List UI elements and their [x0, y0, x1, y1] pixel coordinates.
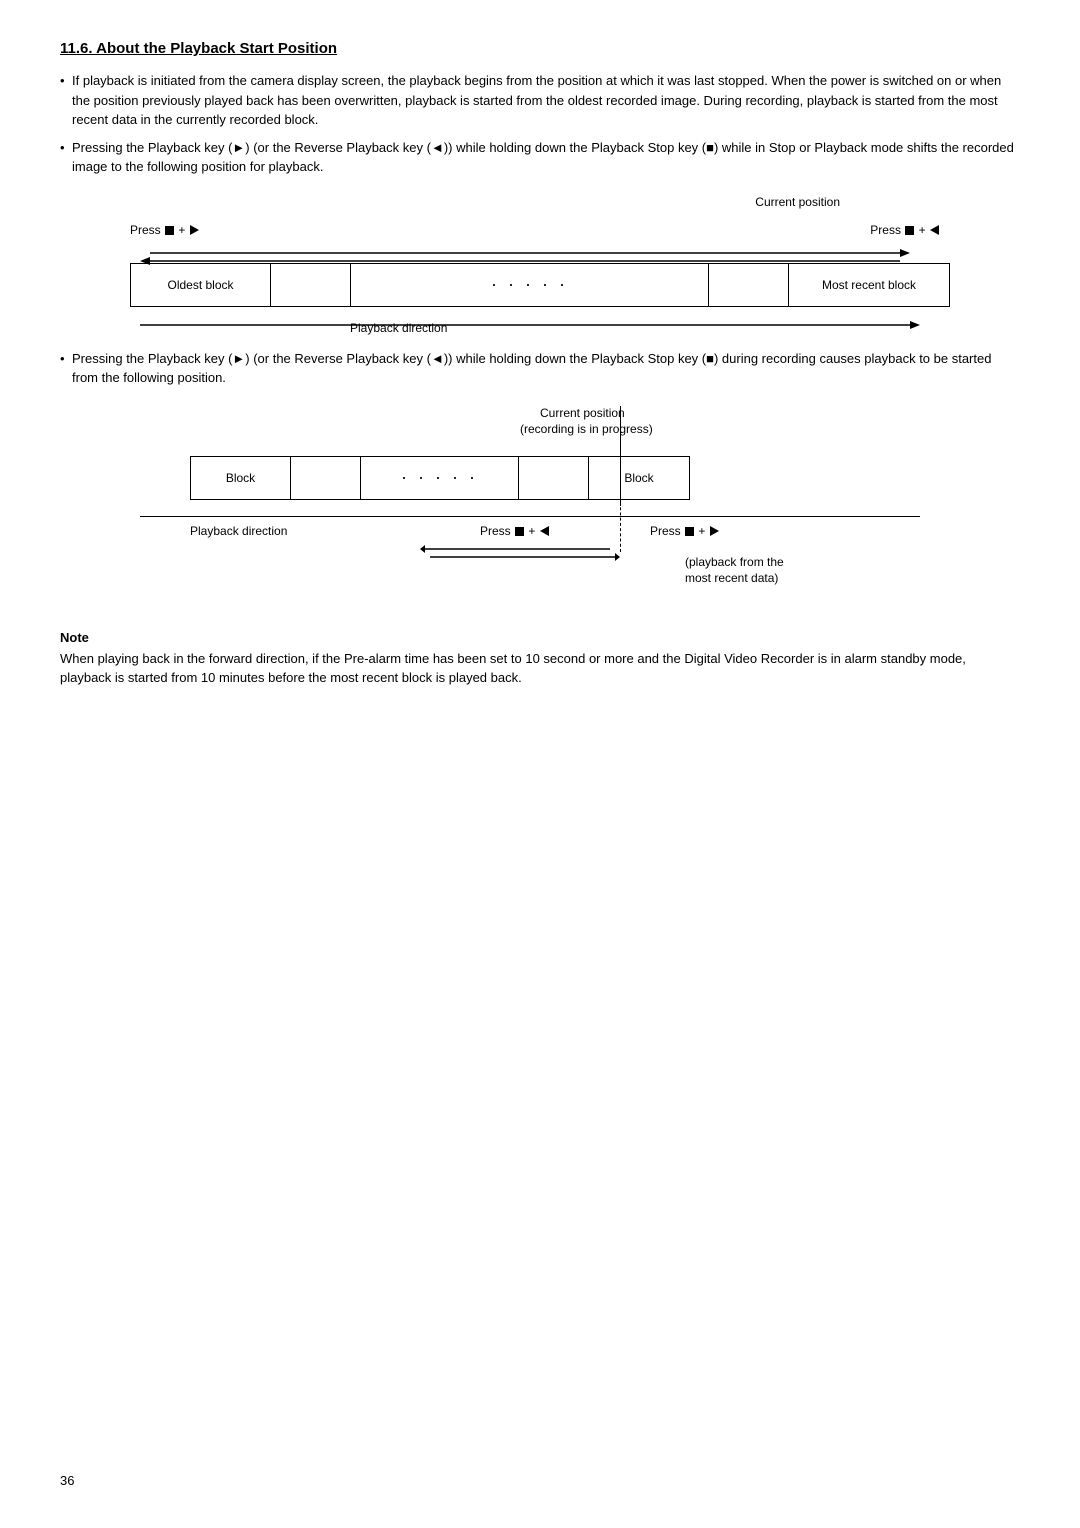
stop-icon-2l: [515, 527, 524, 536]
blocks-row: Oldest block · · · · · Most recent block: [130, 263, 950, 307]
block-mid-2: [519, 457, 589, 499]
diagram2: Current position (recording is in progre…: [130, 406, 950, 606]
press-right-label: Press +: [870, 223, 940, 237]
block-right: Block: [589, 457, 689, 499]
play-icon: [190, 225, 199, 235]
playback-direction-arrow: [140, 317, 920, 333]
blocks-row-2: Block · · · · · Block: [190, 456, 690, 500]
current-position-label: Current position: [755, 195, 840, 209]
baseline-2: [140, 516, 920, 518]
dashed-vertical-line: [620, 502, 621, 552]
page-number: 36: [60, 1473, 74, 1488]
oldest-block: Oldest block: [131, 264, 271, 306]
block-2: [271, 264, 351, 306]
press-left2-label: Press +: [480, 524, 550, 538]
note-title: Note: [60, 630, 1020, 645]
stop-icon: [165, 226, 174, 235]
playback-from-label: (playback from the most recent data): [685, 554, 784, 588]
dotted-spacer: · · · · ·: [351, 264, 709, 306]
playback-direction-label: Playback direction: [350, 321, 447, 335]
note-text: When playing back in the forward directi…: [60, 649, 1020, 688]
current-position-label-2: Current position: [540, 406, 625, 420]
diagram2-arrows: [420, 544, 620, 558]
press-right2-label: Press +: [650, 524, 720, 538]
block-left: Block: [191, 457, 291, 499]
dotted-spacer-2: · · · · ·: [361, 457, 519, 499]
most-recent-block: Most recent block: [789, 264, 949, 306]
bullet-item-2: Pressing the Playback key (►) (or the Re…: [60, 138, 1020, 177]
press-left-label: Press +: [130, 223, 200, 237]
block-4: [709, 264, 789, 306]
diagram1: Current position Press + Press + Oldest …: [130, 195, 950, 335]
play-icon-2: [710, 526, 719, 536]
block-mid-1: [291, 457, 361, 499]
revplay-icon: [930, 225, 939, 235]
revplay-icon-2: [540, 526, 549, 536]
recording-in-progress-label: (recording is in progress): [520, 422, 653, 436]
stop-icon-2r: [685, 527, 694, 536]
section-title: 11.6. About the Playback Start Position: [60, 40, 1020, 57]
bullet-item-1: If playback is initiated from the camera…: [60, 71, 1020, 130]
playback-direction-label-2: Playback direction: [190, 524, 287, 538]
stop-icon-r: [905, 226, 914, 235]
bullet-item-3: Pressing the Playback key (►) (or the Re…: [60, 349, 1020, 388]
note-section: Note When playing back in the forward di…: [60, 630, 1020, 688]
